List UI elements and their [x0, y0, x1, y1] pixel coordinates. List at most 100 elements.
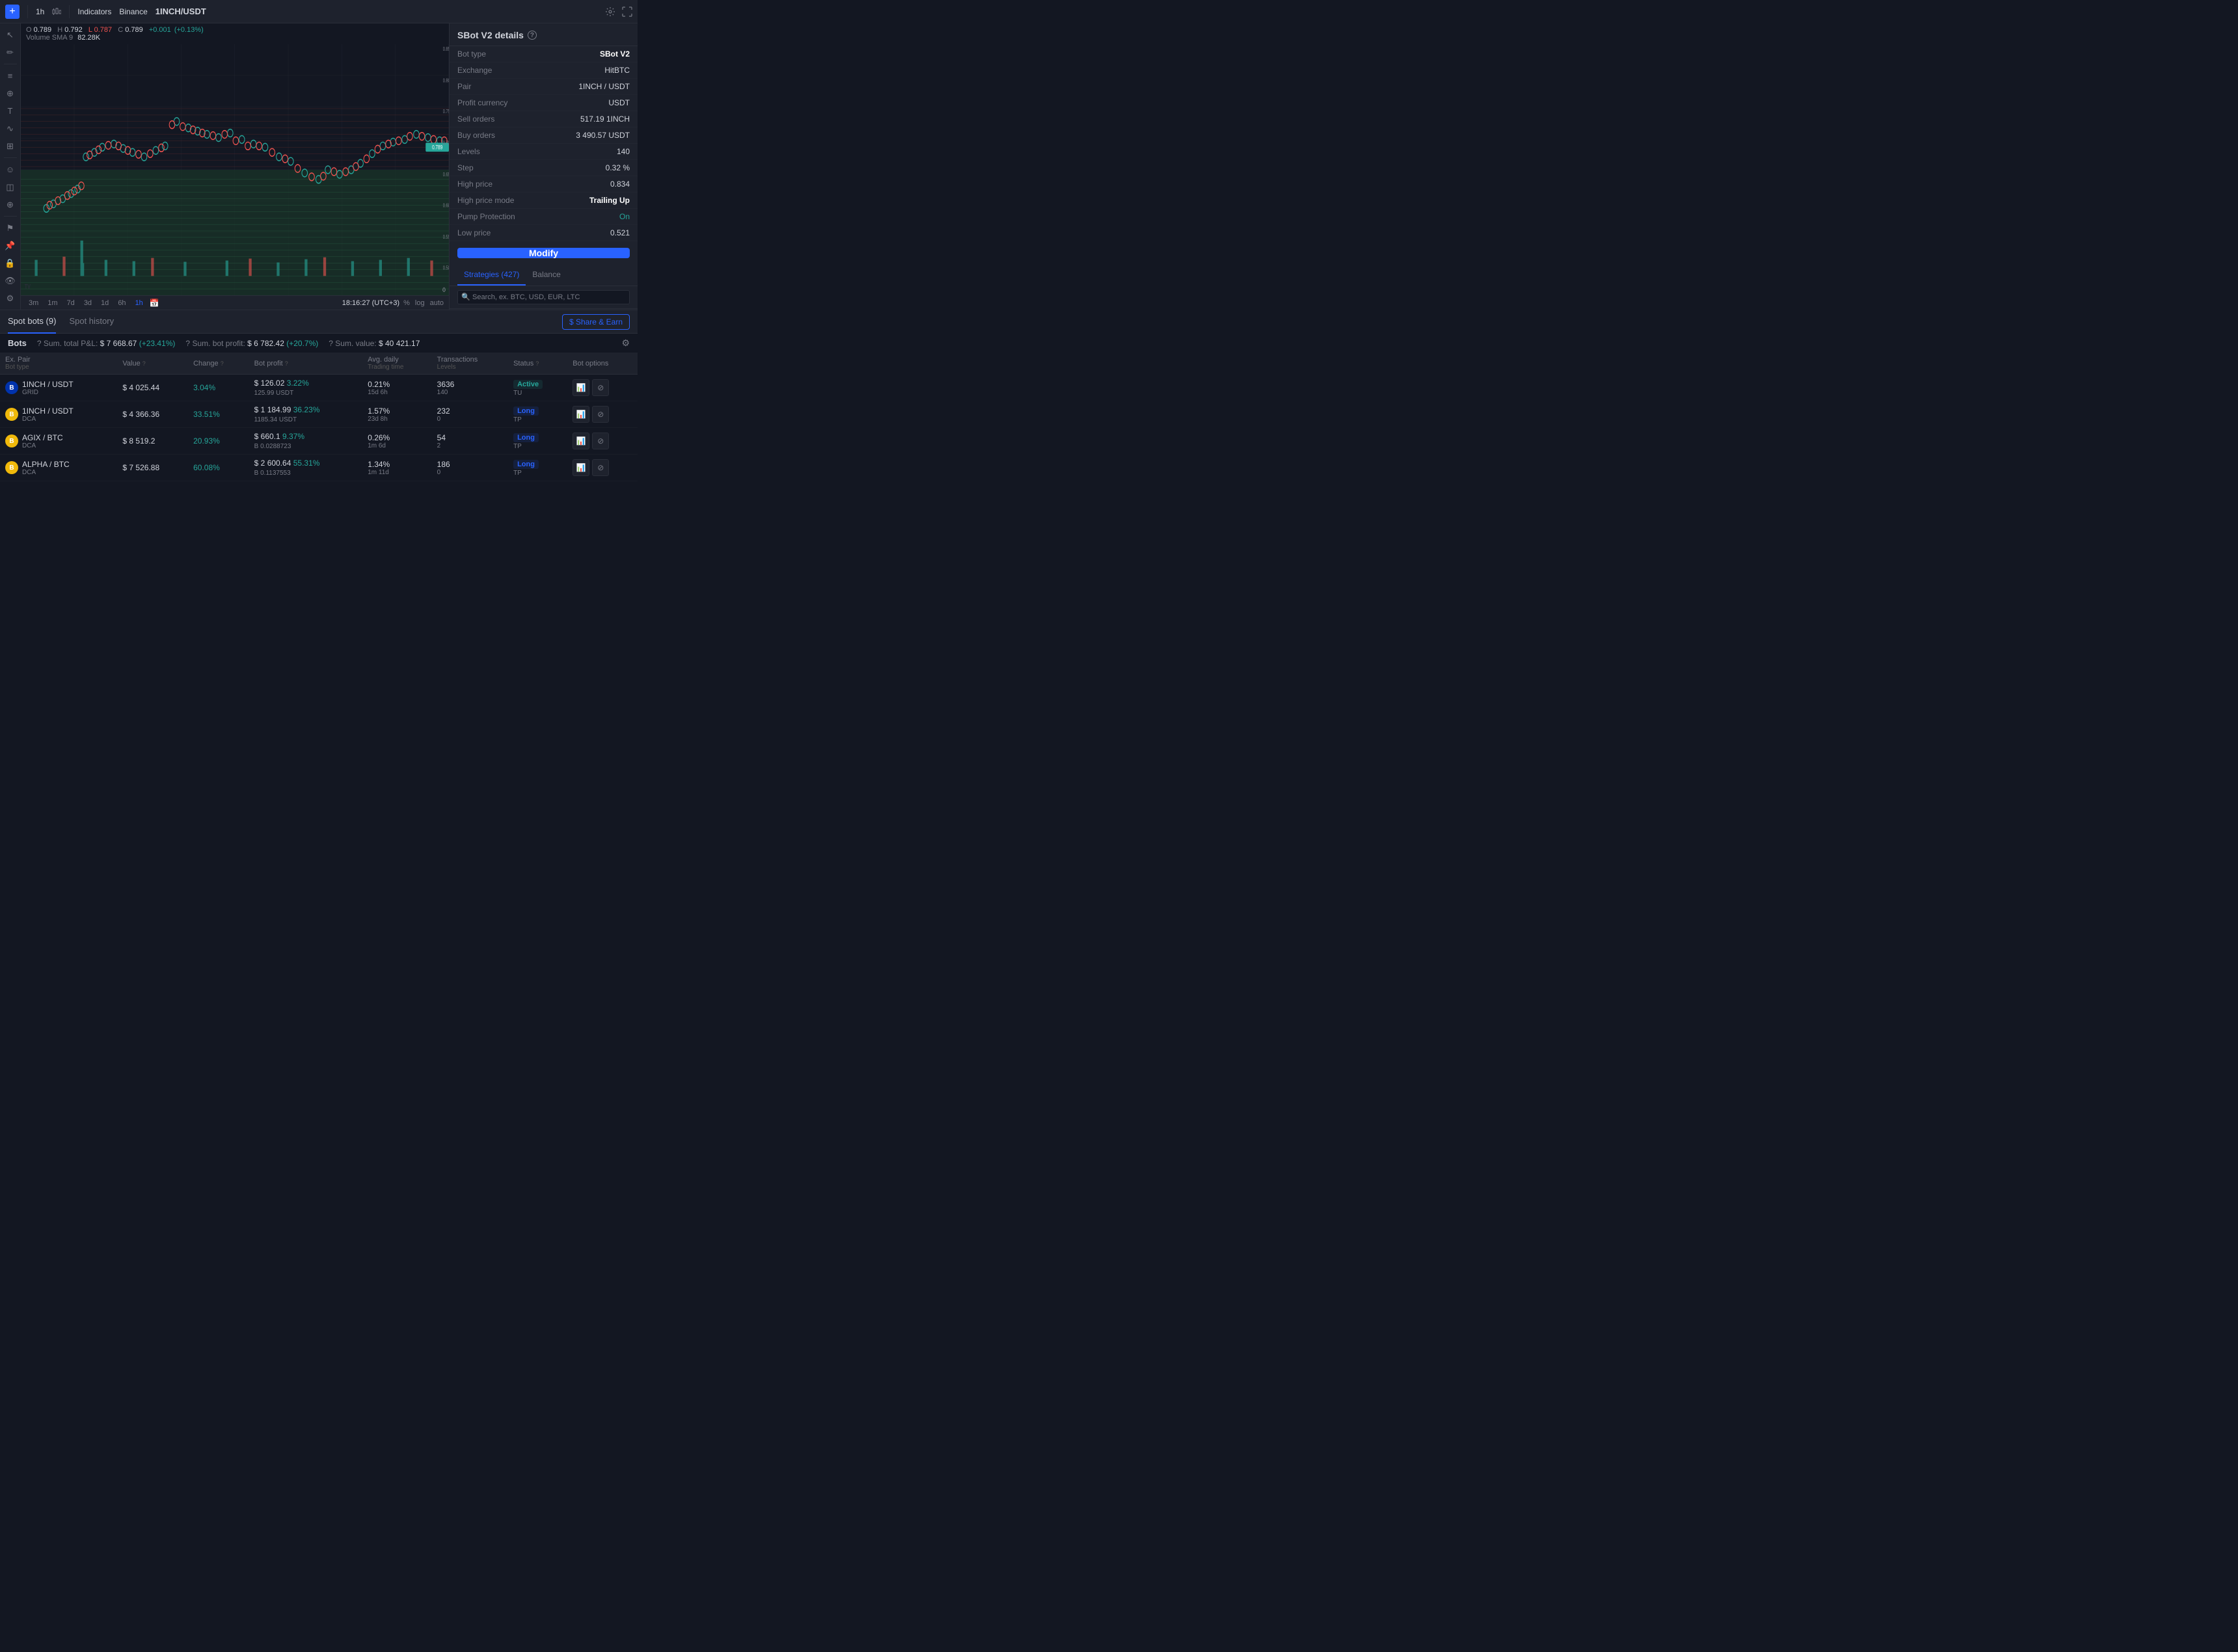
chart-btn-0[interactable]: 📊 — [573, 379, 589, 396]
rp-value-profitcur: USDT — [608, 98, 630, 107]
td-pair-1: B 1INCH / USDT DCA — [0, 401, 117, 428]
stop-btn-2[interactable]: ⊘ — [592, 433, 609, 449]
path-icon[interactable]: ∿ — [3, 121, 18, 136]
exchange-label[interactable]: Binance — [119, 7, 147, 16]
lt-sep3 — [4, 216, 17, 217]
chart-btn-1[interactable]: 📊 — [573, 406, 589, 423]
strategy-search-input[interactable] — [457, 290, 630, 304]
lines-icon[interactable]: ≡ — [3, 68, 18, 83]
alert-icon[interactable]: ⚑ — [3, 220, 18, 235]
rp-row-pair: Pair 1INCH / USDT — [450, 79, 638, 95]
cursor-icon[interactable]: ↖ — [3, 27, 18, 42]
td-value-1: $ 4 366.36 — [117, 401, 188, 428]
profit-label: Sum. bot profit: — [192, 339, 245, 348]
chart-svg: 0.789 0.850 0.800 0.750 0.700 0.650 0.60… — [21, 44, 449, 295]
rp-label-exchange: Exchange — [457, 66, 604, 75]
tf-3d[interactable]: 3d — [81, 299, 94, 308]
calendar-icon[interactable]: 📅 — [150, 299, 159, 308]
svg-text:0.550: 0.550 — [443, 235, 449, 240]
tab-spot-bots[interactable]: Spot bots (9) — [8, 310, 56, 334]
tf-3m[interactable]: 3m — [26, 299, 41, 308]
td-pair-2: B AGIX / BTC DCA — [0, 428, 117, 455]
eye-icon[interactable]: 👁 — [3, 273, 18, 288]
change-pct: (+0.13%) — [174, 26, 204, 34]
tab-spot-history[interactable]: Spot history — [69, 310, 114, 334]
pencil-icon[interactable]: ✏ — [3, 45, 18, 60]
tf-1d[interactable]: 1d — [98, 299, 111, 308]
share-earn-button[interactable]: $ Share & Earn — [562, 314, 630, 330]
pair-name-2: AGIX / BTC — [22, 433, 63, 442]
action-btns-2: 📊 ⊘ — [573, 433, 632, 449]
rp-row-pumpprot: Pump Protection On — [450, 209, 638, 225]
transactions-2: 54 — [437, 433, 503, 442]
td-value-3: $ 7 526.88 — [117, 455, 188, 481]
pin-icon[interactable]: 📌 — [3, 238, 18, 253]
crosshair-icon[interactable]: ⊕ — [3, 86, 18, 101]
chart-btn-3[interactable]: 📊 — [573, 459, 589, 476]
chart-btn-2[interactable]: 📊 — [573, 433, 589, 449]
tab-balance[interactable]: Balance — [526, 265, 567, 286]
tf-6h[interactable]: 6h — [115, 299, 128, 308]
text-icon[interactable]: T — [3, 103, 18, 118]
rp-title: SBot V2 details — [457, 30, 524, 40]
stop-btn-3[interactable]: ⊘ — [592, 459, 609, 476]
stop-btn-0[interactable]: ⊘ — [592, 379, 609, 396]
fullscreen-icon[interactable] — [622, 7, 632, 17]
timeframe-selector[interactable]: 1h — [36, 7, 44, 16]
pnl-value: $ 7 668.67 — [100, 339, 137, 348]
filter-button[interactable]: ⚙ — [621, 338, 630, 349]
status-badge-0: Active — [513, 380, 543, 389]
tab-strategies[interactable]: Strategies (427) — [457, 265, 526, 286]
rp-value-pair: 1INCH / USDT — [578, 82, 630, 91]
change-value: +0.001 — [149, 26, 171, 34]
bots-title: Bots — [8, 338, 27, 348]
pnl-pct: (+23.41%) — [139, 339, 176, 348]
modify-button[interactable]: Modify — [457, 248, 630, 258]
pair-name-1: 1INCH / USDT — [22, 406, 74, 416]
action-btns-1: 📊 ⊘ — [573, 406, 632, 423]
rp-value-lowprice: 0.521 — [610, 228, 630, 237]
add-button[interactable]: + — [5, 5, 20, 19]
avg-daily-2: 0.26% — [368, 433, 426, 442]
ruler-icon[interactable]: ◫ — [3, 180, 18, 194]
pct-option[interactable]: % — [403, 299, 410, 307]
pair-name-0: 1INCH / USDT — [22, 380, 74, 389]
stop-btn-1[interactable]: ⊘ — [592, 406, 609, 423]
chart-canvas[interactable]: 0.789 0.850 0.800 0.750 0.700 0.650 0.60… — [21, 44, 449, 295]
profit-sub-2: B 0.0288723 — [254, 443, 291, 450]
td-profit-2: $ 660.1 9.37% B 0.0288723 — [249, 428, 363, 455]
table-row: B ALPHA / BTC DCA $ 7 526.88 60.08% $ 2 … — [0, 455, 638, 481]
td-status-3: Long TP — [508, 455, 567, 481]
help-profit: ? — [185, 339, 190, 348]
auto-option[interactable]: auto — [430, 299, 444, 307]
exchange-icon-0: B — [5, 381, 18, 394]
settings-icon[interactable] — [605, 7, 615, 17]
chart-options: % log auto — [403, 299, 444, 307]
status-badge-2: Long — [513, 433, 539, 442]
log-option[interactable]: log — [415, 299, 425, 307]
td-change-2: 20.93% — [188, 428, 249, 455]
layout-icon[interactable]: ⊞ — [3, 139, 18, 153]
pair-label[interactable]: 1INCH/USDT — [155, 7, 206, 16]
zoom-icon[interactable]: ⊕ — [3, 197, 18, 212]
tf-1h[interactable]: 1h — [133, 299, 146, 308]
chart-type-selector[interactable] — [52, 7, 61, 16]
bot-type-0: GRID — [22, 389, 74, 396]
svg-text:0.600: 0.600 — [443, 204, 449, 209]
indicators-btn[interactable]: Indicators — [77, 7, 111, 16]
td-pair-3: B ALPHA / BTC DCA — [0, 455, 117, 481]
svg-text:0.789: 0.789 — [432, 144, 442, 150]
tf-1m[interactable]: 1m — [45, 299, 60, 308]
rp-label-buyorders: Buy orders — [457, 131, 576, 140]
settings-bottom-icon[interactable]: ⚙ — [3, 291, 18, 306]
volume-label: Volume SMA 9 — [26, 34, 73, 42]
l-label: L — [88, 26, 92, 34]
td-value-0: $ 4 025.44 — [117, 375, 188, 401]
help-icon[interactable]: ? — [528, 31, 537, 40]
th-pair: Ex. PairBot type — [0, 353, 117, 375]
svg-text:0.650: 0.650 — [443, 172, 449, 178]
tf-7d[interactable]: 7d — [64, 299, 77, 308]
lock-icon[interactable]: 🔒 — [3, 256, 18, 271]
emoji-icon[interactable]: ☺ — [3, 162, 18, 177]
rp-label-pumpprot: Pump Protection — [457, 212, 619, 221]
